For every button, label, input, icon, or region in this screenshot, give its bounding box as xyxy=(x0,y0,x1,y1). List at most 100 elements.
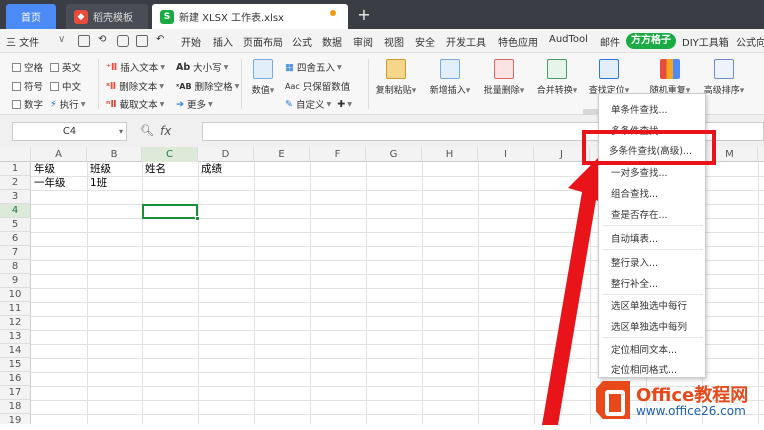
preview-icon[interactable] xyxy=(136,35,148,47)
keep-value-button[interactable]: Aac 只保留数值 xyxy=(285,79,350,94)
menu-review[interactable]: 审阅 xyxy=(353,34,373,49)
menu-ffbx-tab[interactable]: 方方格子 xyxy=(626,33,676,49)
row-header[interactable]: 2 xyxy=(0,176,31,190)
ribbon-divider xyxy=(98,59,99,109)
chevron-down-icon: ▾ xyxy=(80,98,86,110)
file-menu[interactable]: 三 文件 xyxy=(6,34,39,49)
batch-delete-button[interactable]: 批量删除▾ xyxy=(479,55,529,111)
menu-view[interactable]: 视图 xyxy=(384,34,404,49)
file-menu-chevron-icon[interactable]: ∨ xyxy=(58,34,65,45)
zoom-search-icon[interactable]: 🔍︎ xyxy=(140,124,154,137)
dd-auto-fill[interactable]: 自动填表... xyxy=(611,231,658,245)
check-chinese[interactable]: 中文 xyxy=(50,79,81,93)
undo-icon[interactable]: ↶ xyxy=(156,34,164,45)
insert-text-button[interactable]: ⁺Ⅱ 插入文本 ▾ xyxy=(106,60,165,75)
dd-same-text[interactable]: 定位相同文本... xyxy=(611,342,677,356)
select-all-corner[interactable] xyxy=(0,147,31,162)
tab-home[interactable]: 首页 xyxy=(6,4,56,29)
dd-select-each-row[interactable]: 选区单独选中每行 xyxy=(611,298,687,312)
row-header[interactable]: 11 xyxy=(0,302,31,316)
dd-row-entry[interactable]: 整行录入... xyxy=(611,255,658,269)
menu-formula-more[interactable]: 公式向 xyxy=(736,34,764,49)
menu-page-layout[interactable]: 页面布局 xyxy=(243,34,283,49)
name-box[interactable]: C4 ▾ xyxy=(12,122,127,141)
tab-template[interactable]: ◆ 稻壳模板 xyxy=(66,4,148,29)
menu-developer[interactable]: 开发工具 xyxy=(446,34,486,49)
row-header[interactable]: 13 xyxy=(0,330,31,344)
undo-history-icon[interactable]: ⟲ xyxy=(98,34,106,45)
row-header[interactable]: 10 xyxy=(0,288,31,302)
cell-b2[interactable]: 1班 xyxy=(90,176,107,190)
row-header[interactable]: 15 xyxy=(0,358,31,372)
copy-paste-button[interactable]: 复制粘贴▾ xyxy=(372,55,420,111)
print-icon[interactable] xyxy=(117,35,129,47)
dd-select-each-col[interactable]: 选区单独选中每列 xyxy=(611,319,687,333)
row-header[interactable]: 4 xyxy=(0,204,31,218)
case-button[interactable]: Ab 大小写 ▾ xyxy=(176,60,228,75)
dd-combo-lookup[interactable]: 组合查找... xyxy=(611,186,658,200)
column-header[interactable]: H xyxy=(422,147,478,162)
row-header[interactable]: 8 xyxy=(0,260,31,274)
row-header[interactable]: 14 xyxy=(0,344,31,358)
merge-convert-button[interactable]: 合并转换▾ xyxy=(532,55,582,111)
menu-special[interactable]: 特色应用 xyxy=(498,34,538,49)
menu-start[interactable]: 开始 xyxy=(181,34,201,49)
custom-button[interactable]: ✎ 自定义 ▾ ✚ ▾ xyxy=(285,97,352,112)
cut-text-button[interactable]: ⁿⅡ 截取文本 ▾ xyxy=(106,97,164,112)
row-header[interactable]: 12 xyxy=(0,316,31,330)
column-header[interactable]: B xyxy=(87,147,142,162)
row-header[interactable]: 3 xyxy=(0,190,31,204)
row-header[interactable]: 16 xyxy=(0,372,31,386)
cell-b1[interactable]: 班级 xyxy=(90,162,111,176)
row-header[interactable]: 1 xyxy=(0,162,31,176)
numeric-button[interactable]: 数值▾ xyxy=(246,55,280,111)
cell-d1[interactable]: 成绩 xyxy=(201,162,222,176)
check-number[interactable]: 数字 xyxy=(12,97,43,111)
menu-diy[interactable]: DIY工具箱 xyxy=(682,34,729,49)
menu-audtool[interactable]: AudTool xyxy=(549,34,588,45)
cell-c1[interactable]: 姓名 xyxy=(145,162,166,176)
menu-insert[interactable]: 插入 xyxy=(213,34,233,49)
menu-security[interactable]: 安全 xyxy=(415,34,435,49)
row-header[interactable]: 19 xyxy=(0,414,31,424)
check-symbol[interactable]: 符号 xyxy=(12,79,43,93)
menu-formula[interactable]: 公式 xyxy=(292,34,312,49)
row-header[interactable]: 17 xyxy=(0,386,31,400)
column-header[interactable]: C xyxy=(142,147,198,162)
dd-exists-check[interactable]: 查是否存在... xyxy=(611,207,668,221)
execute-button[interactable]: ⚡ 执行 ▾ xyxy=(50,97,86,112)
menu-mail[interactable]: 邮件 xyxy=(600,34,620,49)
column-header[interactable]: I xyxy=(478,147,534,162)
column-header[interactable]: G xyxy=(366,147,422,162)
row-header[interactable]: 18 xyxy=(0,400,31,414)
row-header[interactable]: 6 xyxy=(0,232,31,246)
dd-single-condition[interactable]: 单条件查找... xyxy=(611,102,668,116)
more-button[interactable]: ➔ 更多 ▾ xyxy=(176,97,213,112)
row-header[interactable]: 7 xyxy=(0,246,31,260)
row-header[interactable]: 9 xyxy=(0,274,31,288)
selected-cell-c4[interactable] xyxy=(142,204,198,219)
save-icon[interactable] xyxy=(78,35,90,47)
dd-same-format[interactable]: 定位相同格式... xyxy=(611,362,677,376)
delete-space-button[interactable]: ˣAB 删除空格 ▾ xyxy=(176,79,239,94)
new-insert-button[interactable]: 新增插入▾ xyxy=(425,55,475,111)
cell-a2[interactable]: 一年级 xyxy=(34,176,66,190)
menu-data[interactable]: 数据 xyxy=(322,34,342,49)
column-header[interactable]: E xyxy=(254,147,310,162)
new-tab-button[interactable]: + xyxy=(354,3,374,27)
column-header[interactable]: A xyxy=(31,147,87,162)
fill-handle[interactable] xyxy=(195,216,200,221)
column-header[interactable]: D xyxy=(198,147,254,162)
column-header[interactable]: F xyxy=(310,147,366,162)
round-button[interactable]: ▦ 四舍五入 ▾ xyxy=(285,60,342,75)
dd-row-complete[interactable]: 整行补全... xyxy=(611,276,658,290)
check-space[interactable]: 空格 xyxy=(12,60,43,74)
check-english[interactable]: 英文 xyxy=(50,60,81,74)
fx-icon[interactable]: fx xyxy=(160,124,171,138)
dd-one-to-many[interactable]: 一对多查找... xyxy=(611,165,668,179)
row-header[interactable]: 5 xyxy=(0,218,31,232)
delete-text-button[interactable]: ˣⅡ 删除文本 ▾ xyxy=(106,79,164,94)
chevron-down-icon[interactable]: ▾ xyxy=(119,123,123,140)
cell-a1[interactable]: 年级 xyxy=(34,162,55,176)
tab-file[interactable]: S 新建 XLSX 工作表.xlsx xyxy=(152,4,348,29)
